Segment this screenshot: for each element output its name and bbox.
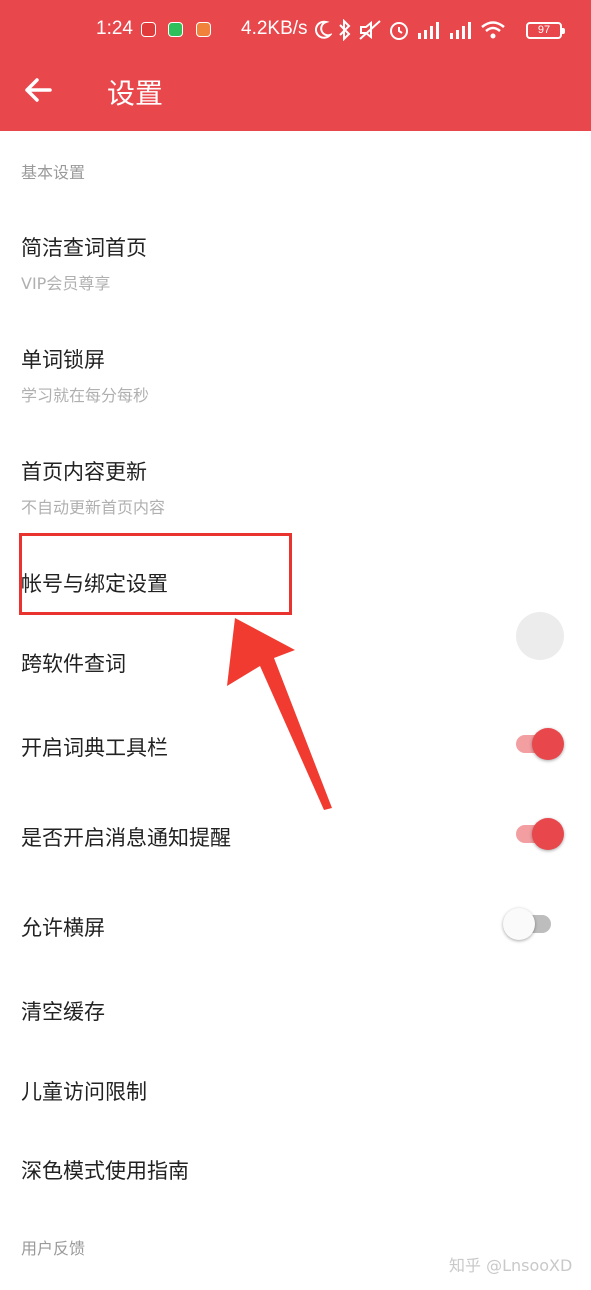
watermark: 知乎 @LnsooXD — [449, 1256, 573, 1275]
setting-subtitle: VIP会员尊享 — [21, 274, 111, 293]
setting-home-update[interactable]: 首页内容更新 不自动更新首页内容 — [0, 428, 591, 532]
annotation-highlight-box — [19, 533, 292, 615]
back-button[interactable] — [18, 70, 58, 110]
toggle-thumb — [532, 728, 564, 760]
notification-app-icon — [196, 22, 211, 37]
setting-clear-cache[interactable]: 清空缓存 — [0, 970, 591, 1046]
setting-title: 单词锁屏 — [21, 348, 105, 372]
battery-indicator: 97 — [526, 22, 565, 39]
landscape-toggle[interactable] — [503, 904, 559, 944]
setting-simple-home[interactable]: 简洁查词首页 VIP会员尊享 — [0, 204, 591, 308]
wifi-icon — [481, 21, 505, 39]
setting-title: 儿童访问限制 — [21, 1080, 147, 1104]
setting-title: 跨软件查词 — [21, 652, 126, 676]
section-header-feedback: 用户反馈 — [21, 1239, 86, 1258]
setting-dark-mode-guide[interactable]: 深色模式使用指南 — [0, 1128, 591, 1204]
setting-child-limit[interactable]: 儿童访问限制 — [0, 1050, 591, 1126]
annotation-arrow-icon — [227, 618, 332, 810]
toggle-thumb — [503, 908, 535, 940]
alarm-icon — [390, 22, 408, 40]
status-time: 1:24 — [96, 18, 133, 39]
status-bar: 1:24 4.2KB/s 97 — [0, 0, 591, 48]
toggle-thumb — [532, 818, 564, 850]
signal-icon — [450, 22, 471, 39]
app-bar: 设置 — [0, 48, 591, 131]
setting-title: 首页内容更新 — [21, 460, 147, 484]
setting-subtitle: 不自动更新首页内容 — [21, 498, 166, 517]
network-speed: 4.2KB/s — [241, 18, 308, 39]
page-title: 设置 — [107, 77, 164, 110]
setting-title: 是否开启消息通知提醒 — [21, 826, 231, 850]
setting-title: 简洁查词首页 — [21, 236, 147, 260]
status-icons — [314, 17, 506, 43]
notifications-toggle[interactable] — [512, 814, 568, 854]
setting-title: 开启词典工具栏 — [21, 736, 168, 760]
wechat-icon — [168, 22, 183, 37]
mute-icon — [359, 20, 381, 40]
setting-title: 深色模式使用指南 — [21, 1159, 189, 1183]
moon-icon — [315, 20, 332, 39]
setting-title: 清空缓存 — [21, 1000, 105, 1024]
touch-ripple — [516, 612, 564, 660]
bluetooth-icon — [339, 19, 351, 41]
toolbar-toggle[interactable] — [512, 724, 568, 764]
arrow-left-icon — [25, 78, 52, 102]
section-header-basic: 基本设置 — [21, 163, 86, 182]
notification-app-icon — [141, 22, 156, 37]
setting-title: 允许横屏 — [21, 916, 105, 940]
setting-word-lock[interactable]: 单词锁屏 学习就在每分每秒 — [0, 316, 591, 420]
setting-subtitle: 学习就在每分每秒 — [21, 386, 150, 405]
signal-icon — [418, 22, 439, 39]
